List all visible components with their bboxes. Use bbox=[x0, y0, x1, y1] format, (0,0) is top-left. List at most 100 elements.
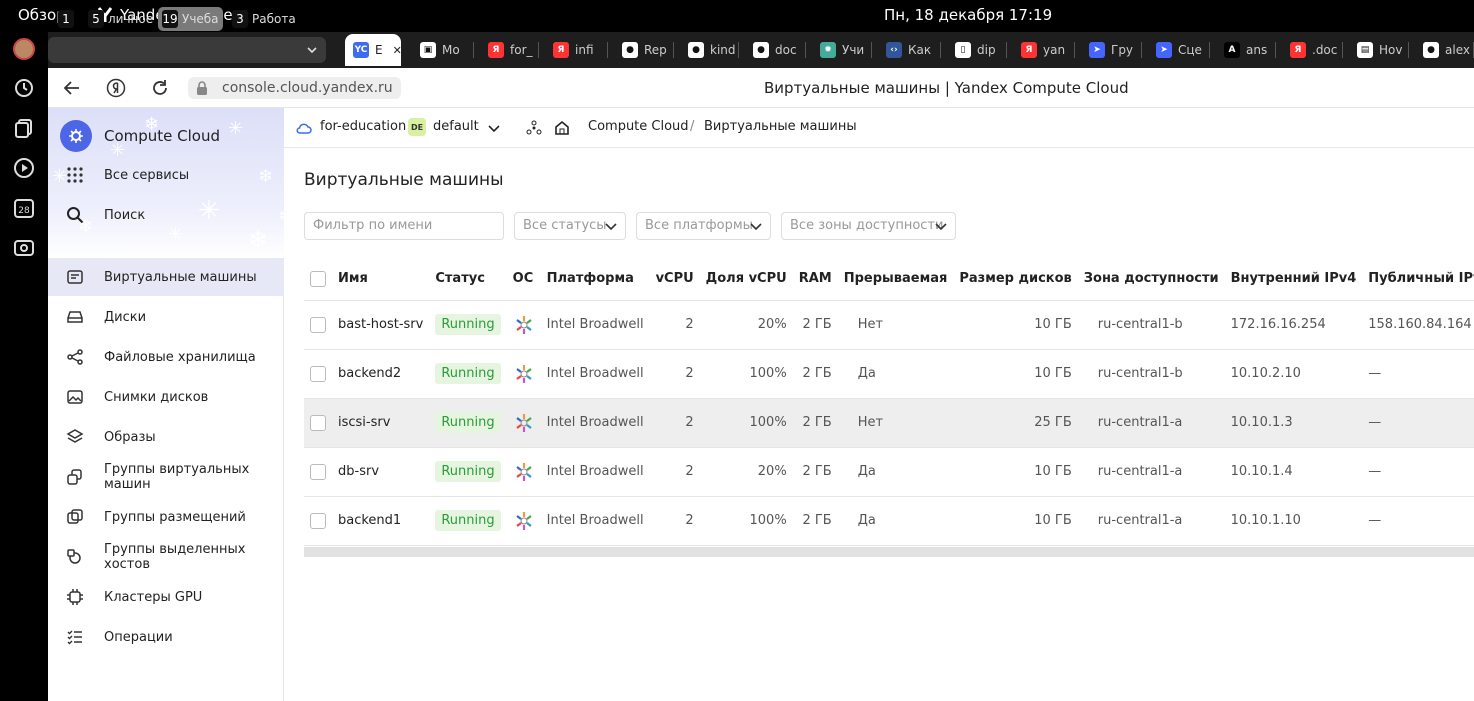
browser-tab[interactable]: Я .doc bbox=[1282, 36, 1343, 64]
public-ip-cell: — bbox=[1362, 496, 1474, 546]
zone-filter-select[interactable]: Все зоны доступности bbox=[781, 212, 956, 240]
browser-tab[interactable]: Яinfi bbox=[545, 36, 608, 64]
sidebar-item[interactable]: Операции bbox=[48, 618, 284, 656]
yandex-home-icon[interactable] bbox=[106, 78, 126, 98]
browser-tab[interactable]: ➤ Сце bbox=[1148, 36, 1210, 64]
vm-name[interactable]: backend1 bbox=[332, 496, 430, 546]
sidebar-item[interactable]: Диски bbox=[48, 298, 284, 336]
browser-tab[interactable]: YC E ✕ bbox=[345, 34, 401, 66]
vcpu-cell: 2 bbox=[649, 447, 700, 497]
clock[interactable]: Пн, 18 декабря 17:19 bbox=[884, 6, 1052, 24]
profile-avatar-icon[interactable] bbox=[13, 38, 35, 60]
sidebar-item[interactable]: Образы bbox=[48, 418, 284, 456]
column-header[interactable]: Прерываемая bbox=[837, 258, 954, 301]
ansible-icon: A bbox=[1224, 42, 1240, 58]
vm-name[interactable]: backend2 bbox=[332, 349, 430, 399]
column-header[interactable]: vCPU bbox=[649, 258, 700, 301]
browser-tab[interactable]: ➤ Гру bbox=[1081, 36, 1142, 64]
browser-tab[interactable]: ▯ dip bbox=[947, 36, 1007, 64]
url-field[interactable]: console.cloud.yandex.ru bbox=[188, 77, 401, 99]
sidebar-item[interactable]: Группы виртуальных машин bbox=[48, 458, 284, 496]
sidebar-all-services[interactable]: Все сервисы bbox=[48, 156, 284, 194]
table-row[interactable]: iscsi-srv Running Intel Broadwell 2 100% 2 ГБ… bbox=[304, 398, 1474, 448]
sidebar-item[interactable]: Снимки дисков bbox=[48, 378, 284, 416]
column-header[interactable]: RAM bbox=[792, 258, 838, 301]
select-all-checkbox[interactable] bbox=[310, 270, 326, 287]
workspace-personal[interactable]: 5 личное bbox=[88, 7, 153, 31]
sidebar-item[interactable]: Кластеры GPU bbox=[48, 578, 284, 616]
vm-name[interactable]: db-srv bbox=[332, 447, 430, 497]
column-header[interactable]: Имя bbox=[332, 258, 430, 301]
workspace-study[interactable]: 19 Учеба bbox=[158, 7, 223, 31]
browser-tab[interactable]: Aans bbox=[1216, 36, 1276, 64]
row-checkbox[interactable] bbox=[310, 316, 326, 333]
name-filter-input[interactable]: Фильтр по имени bbox=[304, 212, 504, 240]
sidebar-item[interactable]: Группы выделенных хостов bbox=[48, 538, 284, 576]
column-header[interactable]: Внутренний IPv4 bbox=[1224, 258, 1363, 301]
screenshot-icon[interactable] bbox=[13, 237, 35, 259]
cloud-name[interactable]: for-education bbox=[320, 119, 406, 134]
collections-icon[interactable] bbox=[13, 117, 35, 139]
folder-name[interactable]: default bbox=[433, 119, 479, 134]
platform-filter-select[interactable]: Все платформы bbox=[636, 212, 771, 240]
play-icon[interactable] bbox=[13, 157, 35, 179]
ram-cell: 2 ГБ bbox=[792, 300, 838, 350]
browser-tab[interactable]: ✹ Учи bbox=[812, 36, 872, 64]
table-row[interactable]: backend1 Running Intel Broadwell 2 100% 2 ГБ Д… bbox=[304, 496, 1474, 546]
vm-name[interactable]: iscsi-srv bbox=[332, 398, 430, 448]
browser-tab[interactable]: ● kind bbox=[680, 36, 739, 64]
reload-icon[interactable] bbox=[150, 78, 170, 98]
sidebar-item-label: Диски bbox=[104, 309, 147, 325]
table-row[interactable]: backend2 Running Intel Broadwell 2 100% 2 ГБ Д… bbox=[304, 349, 1474, 399]
table-row[interactable]: db-srv Running Intel Broadwell 2 20% 2 ГБ Да 10… bbox=[304, 447, 1474, 497]
browser-tab[interactable]: ● doc bbox=[745, 36, 806, 64]
tab-title: Учи bbox=[842, 43, 865, 57]
browser-tab[interactable]: ▣ Mo bbox=[412, 36, 474, 64]
column-header[interactable]: Зона доступности bbox=[1077, 258, 1225, 301]
workspace-menu-chevron-icon[interactable] bbox=[306, 44, 318, 56]
table-row[interactable]: bast-host-srv Running Intel Broadwell 2 20% 2… bbox=[304, 300, 1474, 350]
os-icon bbox=[513, 510, 535, 532]
history-icon[interactable] bbox=[13, 77, 35, 99]
file-icon: ▯ bbox=[955, 42, 971, 58]
horizontal-scrollbar[interactable] bbox=[304, 547, 1474, 557]
column-header[interactable]: Публичный IPv4 bbox=[1362, 258, 1474, 301]
chevron-down-icon bbox=[935, 223, 947, 231]
browser-tab[interactable]: Яfor_ bbox=[480, 36, 539, 64]
browser-tab[interactable]: ● Rep bbox=[614, 36, 674, 64]
calendar-icon[interactable]: 28 bbox=[13, 197, 35, 219]
folder-chevron-down-icon[interactable] bbox=[488, 122, 500, 134]
preemptible-cell: Да bbox=[837, 349, 954, 399]
browser-tab[interactable]: ● alex bbox=[1415, 36, 1474, 64]
tab-title: .doc bbox=[1312, 43, 1338, 57]
column-header[interactable]: Размер дисков bbox=[953, 258, 1078, 301]
browser-tab[interactable]: ▤ Hov bbox=[1349, 36, 1409, 64]
service-header[interactable]: Compute Cloud bbox=[60, 120, 220, 152]
status-filter-select[interactable]: Все статусы bbox=[514, 212, 626, 240]
vm-table: Имя Статус ОС Платформа vCPU Доля vCPU R… bbox=[304, 258, 1474, 546]
column-header[interactable]: Платформа bbox=[540, 258, 650, 301]
row-checkbox[interactable] bbox=[310, 414, 326, 431]
workspace-work[interactable]: 3 Работа bbox=[232, 7, 296, 31]
row-checkbox[interactable] bbox=[310, 463, 326, 480]
back-arrow-icon[interactable] bbox=[62, 78, 82, 98]
sidebar-item[interactable]: Файловые хранилища bbox=[48, 338, 284, 376]
browser-tab[interactable]: Яyan bbox=[1013, 36, 1075, 64]
compass-icon: ➤ bbox=[1156, 42, 1172, 58]
workspace-1[interactable]: 1 bbox=[58, 7, 78, 31]
close-tab-icon[interactable]: ✕ bbox=[393, 44, 401, 57]
topology-icon[interactable] bbox=[526, 120, 542, 136]
breadcrumb-service[interactable]: Compute Cloud bbox=[588, 119, 689, 134]
column-header[interactable]: ОС bbox=[506, 258, 541, 301]
browser-tab[interactable]: ‹› Как bbox=[878, 36, 941, 64]
sidebar-item[interactable]: Группы размещений bbox=[48, 498, 284, 536]
vm-name[interactable]: bast-host-srv bbox=[332, 300, 430, 350]
sidebar-item[interactable]: Виртуальные машины bbox=[48, 258, 284, 296]
home-icon[interactable] bbox=[554, 120, 570, 136]
column-header[interactable]: Доля vCPU bbox=[699, 258, 793, 301]
column-header[interactable]: Статус bbox=[429, 258, 507, 301]
row-checkbox[interactable] bbox=[310, 365, 326, 382]
zone-cell: ru-central1-a bbox=[1077, 496, 1225, 546]
row-checkbox[interactable] bbox=[310, 512, 326, 529]
sidebar-search[interactable]: Поиск bbox=[48, 196, 284, 234]
